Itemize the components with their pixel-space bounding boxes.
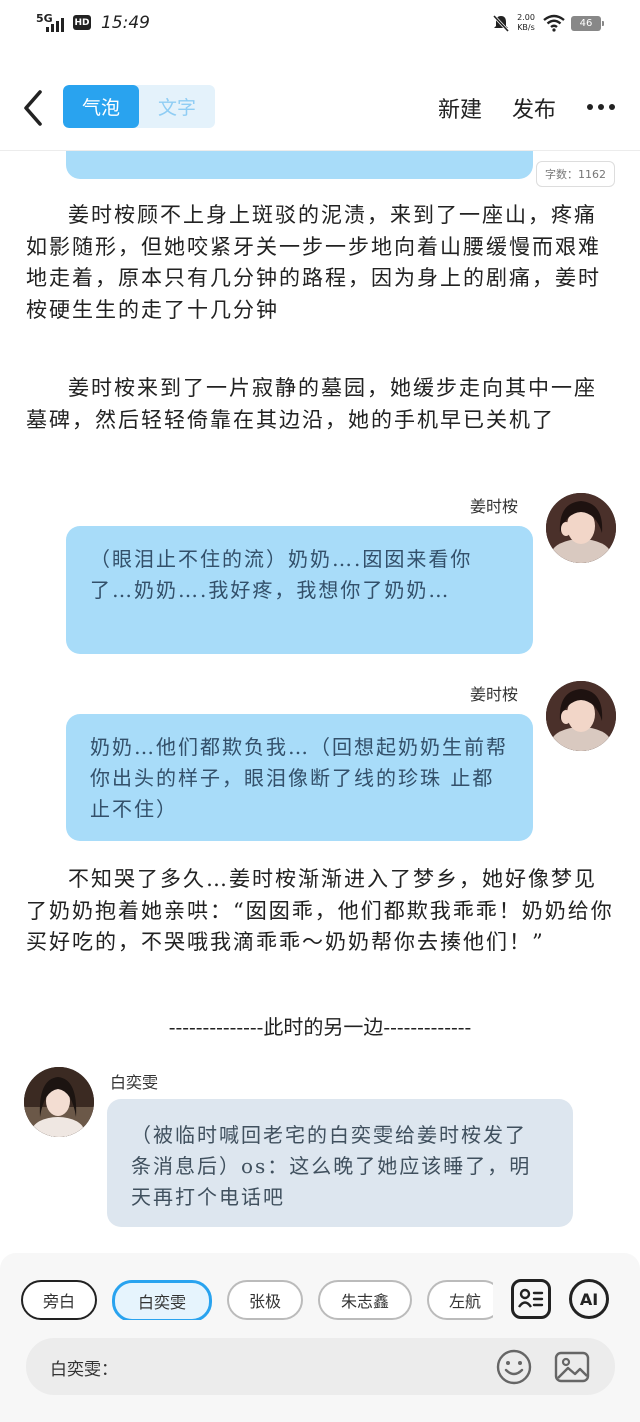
clock: 15:49 <box>101 13 150 33</box>
chip-character-selected[interactable]: 白奕雯 <box>112 1280 212 1320</box>
message-text: 奶奶…他们都欺负我…（回想起奶奶生前帮你出头的样子，眼泪像断了线的珍珠 止都止不… <box>90 735 508 821</box>
avatar[interactable] <box>24 1067 94 1137</box>
story-content[interactable]: 字数：1162 姜时桉顾不上身上斑驳的泥渍，来到了一座山，疼痛如影随形，但她咬紧… <box>0 151 640 1253</box>
speaker-name: 姜时桉 <box>470 685 519 704</box>
word-count-badge: 字数：1162 <box>536 161 615 187</box>
avatar[interactable] <box>546 493 616 563</box>
message-text: （眼泪止不住的流）奶奶….囡囡来看你了…奶奶….我好疼，我想你了奶奶… <box>90 547 473 602</box>
image-icon[interactable] <box>553 1348 591 1386</box>
hd-icon: HD <box>73 15 91 30</box>
back-icon[interactable] <box>20 88 46 128</box>
narration-paragraph[interactable]: 姜时桉来到了一片寂静的墓园，她缓步走向其中一座墓碑，然后轻轻倚靠在其边沿，她的手… <box>26 373 614 436</box>
character-card-icon[interactable] <box>511 1279 551 1319</box>
status-bar: 5G HD 15:49 2.00 KB/s 46 <box>0 0 640 48</box>
signal-icon <box>46 18 64 32</box>
network-speed: 2.00 KB/s <box>517 13 535 32</box>
wifi-icon <box>543 14 565 32</box>
message-bubble-partial[interactable] <box>66 151 533 179</box>
speaker-name: 白奕雯 <box>110 1073 159 1092</box>
battery-icon: 46 <box>571 16 604 31</box>
chip-character[interactable]: 张极 <box>227 1280 303 1320</box>
new-button[interactable]: 新建 <box>438 92 482 124</box>
mute-icon <box>492 14 510 32</box>
more-icon[interactable] <box>587 104 615 110</box>
narration-paragraph[interactable]: 不知哭了多久…姜时桉渐渐进入了梦乡，她好像梦见了奶奶抱着她亲哄：“囡囡乖，他们都… <box>26 864 614 959</box>
input-speaker-label: 白奕雯： <box>50 1360 118 1380</box>
avatar[interactable] <box>546 681 616 751</box>
tab-text[interactable]: 文字 <box>139 85 215 128</box>
chip-narrator[interactable]: 旁白 <box>21 1280 97 1320</box>
mode-toggle: 气泡 文字 <box>63 85 215 128</box>
message-bubble[interactable]: （被临时喊回老宅的白奕雯给姜时桉发了条消息后）os：这么晚了她应该睡了，明天再打… <box>107 1099 573 1227</box>
chip-character[interactable]: 左航 <box>427 1280 493 1320</box>
message-text: （被临时喊回老宅的白奕雯给姜时桉发了条消息后）os：这么晚了她应该睡了，明天再打… <box>131 1123 532 1209</box>
tab-bubble[interactable]: 气泡 <box>63 85 139 128</box>
emoji-icon[interactable] <box>495 1348 533 1386</box>
narration-paragraph[interactable]: 姜时桉顾不上身上斑驳的泥渍，来到了一座山，疼痛如影随形，但她咬紧牙关一步一步地向… <box>26 200 614 326</box>
ai-button[interactable]: AI <box>569 1279 609 1319</box>
message-bubble[interactable]: 奶奶…他们都欺负我…（回想起奶奶生前帮你出头的样子，眼泪像断了线的珍珠 止都止不… <box>66 714 533 841</box>
chip-character[interactable]: 朱志鑫 <box>318 1280 412 1320</box>
speaker-name: 姜时桉 <box>470 497 519 516</box>
publish-button[interactable]: 发布 <box>512 92 556 124</box>
character-chips: 旁白 白奕雯 张极 朱志鑫 左航 <box>21 1280 493 1320</box>
message-bubble[interactable]: （眼泪止不住的流）奶奶….囡囡来看你了…奶奶….我好疼，我想你了奶奶… <box>66 526 533 654</box>
scene-divider[interactable]: --------------此时的另一边------------- <box>26 1011 614 1040</box>
